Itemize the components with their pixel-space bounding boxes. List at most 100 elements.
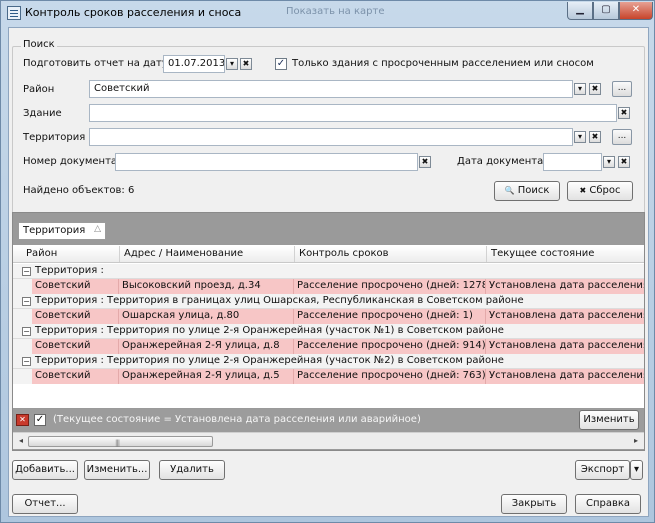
results-grid: Территория △ Район Адрес / Наименование … <box>12 212 645 451</box>
row-indent <box>13 339 32 354</box>
group-by-territory-tag[interactable]: Территория △ <box>18 222 106 240</box>
doc-date-label: Дата документа <box>457 156 544 167</box>
cell-deadline-control: Расселение просрочено (дней: 1) <box>294 309 486 324</box>
district-clear-icon[interactable]: ✖ <box>589 83 601 95</box>
column-header-district[interactable]: Район <box>26 248 57 259</box>
doc-date-field[interactable] <box>543 153 602 171</box>
search-button-label: Поиск <box>517 185 550 196</box>
search-group-title: Поиск <box>21 39 57 50</box>
district-label: Район <box>23 84 55 95</box>
reset-icon: ✖ <box>579 186 587 195</box>
territory-label: Территория <box>23 132 86 143</box>
close-button[interactable]: Закрыть <box>501 494 567 514</box>
column-header-address[interactable]: Адрес / Наименование <box>124 248 243 259</box>
territory-dropdown-icon[interactable]: ▾ <box>574 131 586 143</box>
close-window-button[interactable]: ✕ <box>619 2 653 20</box>
delete-button[interactable]: Удалить <box>159 460 225 480</box>
district-browse-button[interactable]: ... <box>612 81 632 97</box>
edit-filter-button[interactable]: Изменить <box>579 410 639 430</box>
table-row[interactable]: Советский Высоковский проезд, д.34 Рассе… <box>13 279 644 294</box>
group-by-label: Территория <box>23 225 86 236</box>
scroll-left-icon[interactable]: ◂ <box>15 436 27 447</box>
doc-number-field[interactable] <box>115 153 418 171</box>
filter-expression[interactable]: (Текущее состояние = Установлена дата ра… <box>53 414 421 425</box>
cell-deadline-control: Расселение просрочено (дней: 1278) <box>294 279 486 294</box>
column-header-deadline-control[interactable]: Контроль сроков <box>299 248 389 259</box>
overdue-checkbox[interactable]: ✓ <box>275 58 287 70</box>
group-title: Территория : <box>35 265 104 276</box>
cell-district: Советский <box>32 339 119 354</box>
doc-number-clear-icon[interactable]: ✖ <box>419 156 431 168</box>
collapse-group-icon[interactable]: − <box>22 267 31 276</box>
cell-current-state: Установлена дата расселения ил <box>489 310 644 321</box>
cell-deadline-control: Расселение просрочено (дней: 914) <box>294 339 486 354</box>
filter-enabled-checkbox[interactable]: ✓ <box>34 414 46 426</box>
sort-asc-icon[interactable]: △ <box>94 224 101 234</box>
doc-date-dropdown-icon[interactable]: ▾ <box>603 156 615 168</box>
group-row[interactable]: − Территория : Территория в границах ули… <box>13 294 644 309</box>
filter-bar: ✕ ✓ (Текущее состояние = Установлена дат… <box>13 409 644 432</box>
territory-browse-button[interactable]: ... <box>612 129 632 145</box>
building-field[interactable] <box>89 104 617 122</box>
table-row[interactable]: Советский Ошарская улица, д.80 Расселени… <box>13 309 644 324</box>
grip-icon: ||| <box>115 439 120 447</box>
help-button[interactable]: Справка <box>575 494 641 514</box>
cell-district: Советский <box>32 369 119 384</box>
cell-address: Высоковский проезд, д.34 <box>119 279 294 294</box>
clear-filter-icon[interactable]: ✕ <box>16 414 29 426</box>
report-date-clear-icon[interactable]: ✖ <box>240 58 252 70</box>
group-row[interactable]: − Территория : <box>13 264 644 279</box>
column-separator[interactable] <box>119 246 120 262</box>
column-header-current-state[interactable]: Текущее состояние <box>491 248 594 259</box>
group-title: Территория : Территория по улице 2-я Ора… <box>35 355 504 366</box>
scroll-thumb[interactable]: ||| <box>28 436 213 447</box>
building-clear-icon[interactable]: ✖ <box>618 107 630 119</box>
column-separator[interactable] <box>294 246 295 262</box>
edit-button[interactable]: Изменить... <box>84 460 150 480</box>
horizontal-scrollbar[interactable]: ◂ ||| ▸ <box>13 432 644 449</box>
report-date-dropdown-icon[interactable]: ▾ <box>226 58 238 70</box>
cell-district: Советский <box>32 279 119 294</box>
group-row[interactable]: − Территория : Территория по улице 2-я О… <box>13 324 644 339</box>
doc-number-label: Номер документа <box>23 156 118 167</box>
district-field[interactable]: Советский <box>89 80 573 98</box>
collapse-group-icon[interactable]: − <box>22 327 31 336</box>
group-row[interactable]: − Территория : Территория по улице 2-я О… <box>13 354 644 369</box>
territory-clear-icon[interactable]: ✖ <box>589 131 601 143</box>
overdue-checkbox-label: Только здания с просроченным расселением… <box>292 58 594 69</box>
cell-district: Советский <box>32 309 119 324</box>
report-date-field[interactable]: 01.07.2013 <box>163 55 225 73</box>
reset-button[interactable]: ✖ Сброс <box>567 181 633 201</box>
collapse-group-icon[interactable]: − <box>22 357 31 366</box>
report-button[interactable]: Отчет... <box>12 494 78 514</box>
minimize-button[interactable]: ▁ <box>567 2 593 20</box>
search-button[interactable]: 🔍 Поиск <box>494 181 560 201</box>
cell-deadline-control: Расселение просрочено (дней: 763) <box>294 369 486 384</box>
client-area: Поиск Подготовить отчет на дату 01.07.20… <box>8 27 649 517</box>
building-label: Здание <box>23 108 62 119</box>
reset-button-label: Сброс <box>589 185 621 196</box>
table-row[interactable]: Советский Оранжерейная 2-Я улица, д.8 Ра… <box>13 339 644 354</box>
row-indent <box>13 369 32 384</box>
group-title: Территория : Территория в границах улиц … <box>35 295 524 306</box>
cell-address: Оранжерейная 2-Я улица, д.5 <box>119 369 294 384</box>
collapse-group-icon[interactable]: − <box>22 297 31 306</box>
grid-header: Район Адрес / Наименование Контроль срок… <box>13 246 644 263</box>
table-row[interactable]: Советский Оранжерейная 2-Я улица, д.5 Ра… <box>13 369 644 384</box>
cell-current-state: Установлена дата расселения ил <box>489 340 644 351</box>
maximize-button[interactable]: ▢ <box>593 2 619 20</box>
cell-current-state: Установлена дата расселения ил <box>489 280 644 291</box>
ghost-map-label: Показать на карте <box>286 6 385 17</box>
district-dropdown-icon[interactable]: ▾ <box>574 83 586 95</box>
title-bar[interactable]: Контроль сроков расселения и сноса Показ… <box>1 1 654 25</box>
found-count: Найдено объектов: 6 <box>23 185 135 196</box>
column-separator[interactable] <box>486 246 487 262</box>
window-title: Контроль сроков расселения и сноса <box>25 6 242 19</box>
app-icon <box>7 6 21 20</box>
scroll-right-icon[interactable]: ▸ <box>630 436 642 447</box>
add-button[interactable]: Добавить... <box>12 460 78 480</box>
doc-date-clear-icon[interactable]: ✖ <box>618 156 630 168</box>
territory-field[interactable] <box>89 128 573 146</box>
export-button[interactable]: Экспорт <box>575 460 630 480</box>
export-dropdown-icon[interactable]: ▾ <box>630 460 643 480</box>
